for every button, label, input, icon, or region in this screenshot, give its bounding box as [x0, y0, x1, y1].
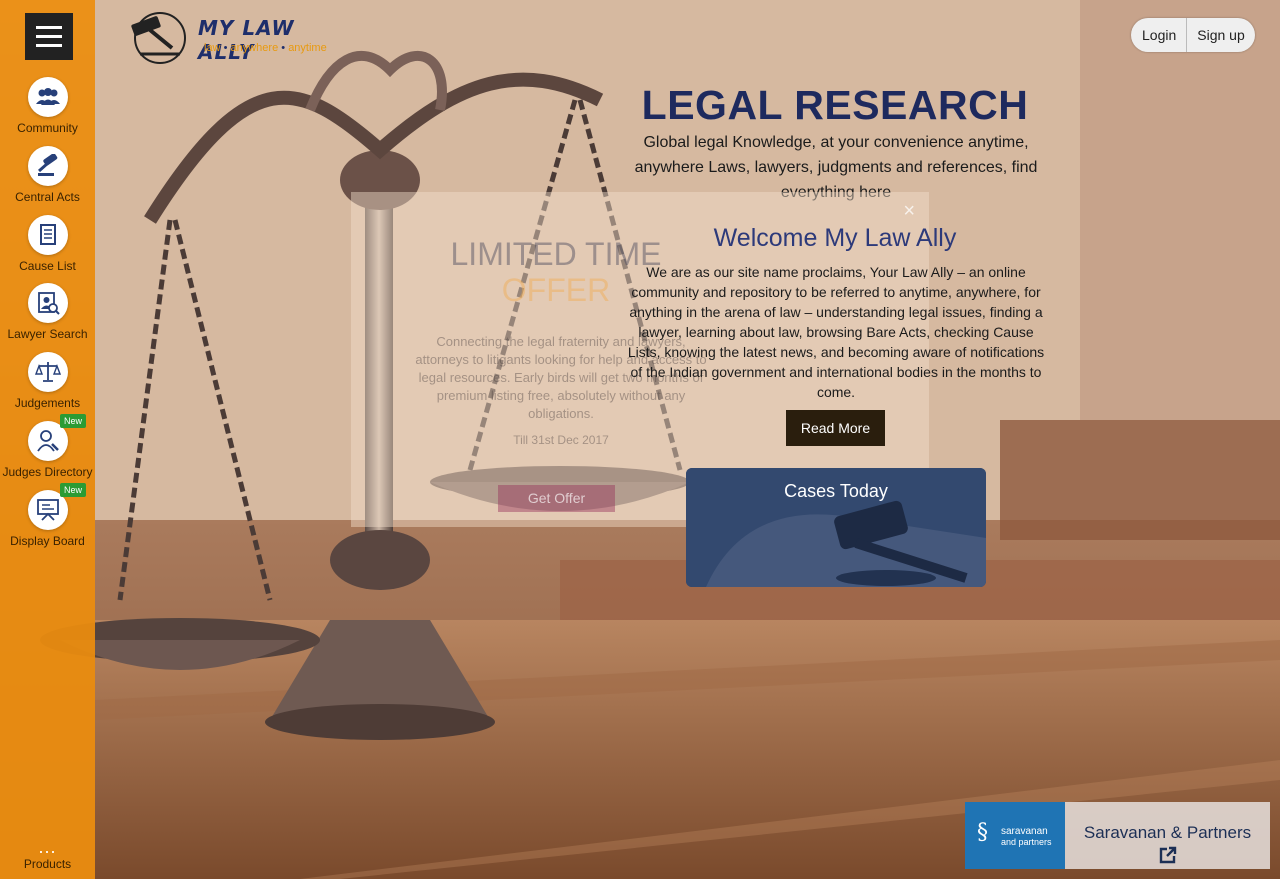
- logo-tagline: law • anywhere • anytime: [204, 42, 327, 54]
- menu-bar: [36, 35, 62, 38]
- menu-bar: [36, 44, 62, 47]
- more-icon: ...: [38, 837, 57, 857]
- welcome-title: Welcome My Law Ally: [713, 224, 957, 252]
- auth-buttons: Login Sign up: [1131, 18, 1255, 52]
- sidebar-item-label: Cause List: [19, 259, 76, 273]
- external-link-icon[interactable]: [1158, 845, 1178, 865]
- hamburger-menu-button[interactable]: [25, 13, 73, 60]
- tagline-word: law: [204, 42, 221, 54]
- tagline-separator: •: [281, 42, 286, 54]
- offer-date: Till 31st Dec 2017: [513, 433, 609, 447]
- new-badge: New: [60, 414, 87, 428]
- cases-today-card[interactable]: Cases Today: [686, 468, 986, 587]
- document-list-icon: [27, 215, 68, 255]
- welcome-text: We are as our site name proclaims, Your …: [627, 264, 1045, 400]
- partner-logo-line1: saravanan: [1001, 826, 1048, 837]
- close-icon[interactable]: ×: [903, 200, 915, 223]
- community-icon: [27, 77, 68, 117]
- partner-ad-body: Saravanan & Partners: [1065, 802, 1270, 869]
- menu-bar: [36, 26, 62, 29]
- sidebar-item-label: Lawyer Search: [7, 327, 88, 341]
- sidebar-item-label: Central Acts: [15, 190, 80, 204]
- products-menu[interactable]: ... Products: [0, 837, 95, 871]
- get-offer-button[interactable]: Get Offer: [498, 485, 615, 512]
- sidebar: Community Central Acts Cause List Lawyer…: [0, 0, 95, 879]
- scales-icon: [27, 352, 68, 392]
- partner-ad[interactable]: § saravanan and partners Saravanan & Par…: [965, 802, 1270, 869]
- sidebar-item-display-board[interactable]: New Display Board: [0, 483, 95, 548]
- page-title: LEGAL RESEARCH: [641, 82, 1029, 128]
- sidebar-item-label: Display Board: [10, 534, 85, 548]
- cases-today-title: Cases Today: [784, 481, 888, 501]
- gavel-icon: [27, 146, 68, 186]
- partner-logo-line2: and partners: [1001, 837, 1052, 847]
- login-button[interactable]: Login: [1131, 18, 1188, 52]
- sidebar-item-judges-directory[interactable]: New Judges Directory: [0, 414, 95, 479]
- products-label: Products: [23, 857, 72, 871]
- logo-title: MY LAW ALLY: [198, 16, 295, 64]
- signup-button[interactable]: Sign up: [1187, 18, 1254, 52]
- tagline-separator: •: [223, 42, 228, 54]
- new-badge: New: [60, 483, 87, 497]
- partner-name: Saravanan & Partners: [1083, 823, 1252, 842]
- site-logo[interactable]: MY LAW ALLY law • anywhere • anytime: [126, 8, 341, 64]
- tagline-word: anywhere: [230, 42, 279, 54]
- sidebar-item-community[interactable]: Community: [0, 77, 95, 135]
- sidebar-item-judgements[interactable]: Judgements: [0, 352, 95, 410]
- sidebar-item-label: Judges Directory: [2, 465, 93, 479]
- tagline-word: anytime: [288, 42, 327, 54]
- sidebar-item-central-acts[interactable]: Central Acts: [0, 146, 95, 204]
- partner-logo-symbol: §: [977, 820, 988, 845]
- sidebar-item-label: Judgements: [14, 396, 81, 410]
- sidebar-item-cause-list[interactable]: Cause List: [0, 215, 95, 273]
- sidebar-item-label: Community: [17, 121, 78, 135]
- gavel-logo-icon: [131, 12, 186, 64]
- partner-logo: § saravanan and partners: [965, 802, 1065, 869]
- lawyer-search-icon: [27, 283, 68, 323]
- read-more-button[interactable]: Read More: [786, 410, 885, 446]
- sidebar-item-lawyer-search[interactable]: Lawyer Search: [0, 283, 95, 341]
